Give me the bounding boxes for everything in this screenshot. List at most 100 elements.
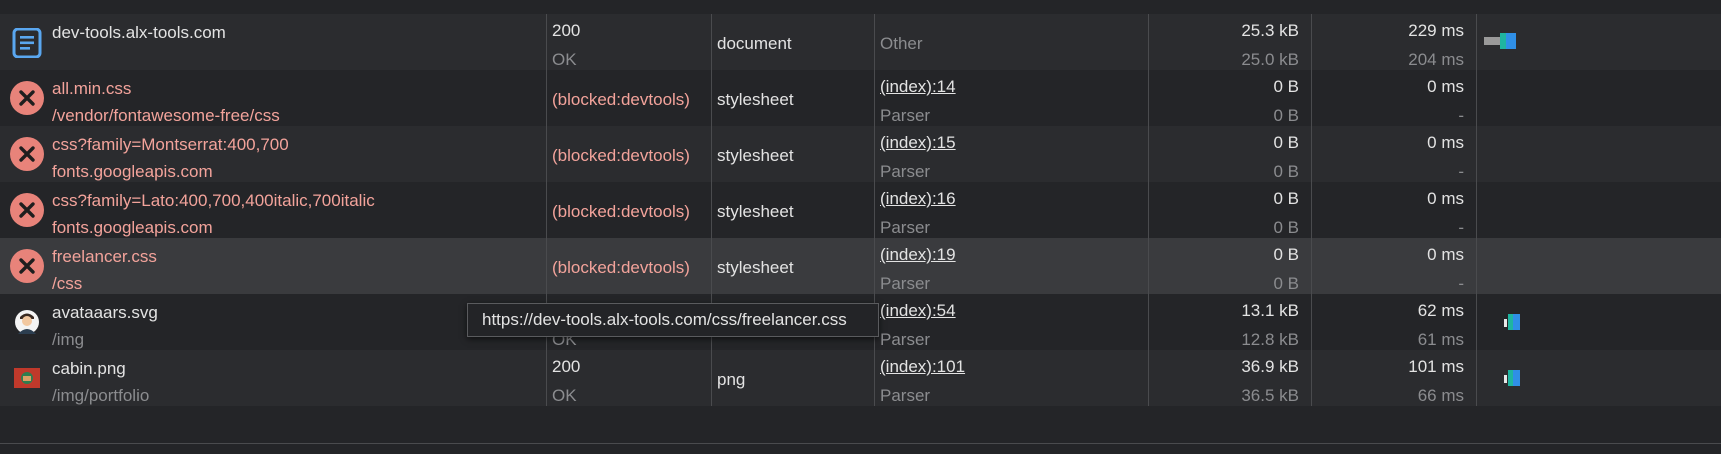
waterfall-cell [1476,294,1721,350]
resource-type: png [717,370,746,389]
initiator-cell: Other [874,14,1148,70]
size-cell: 0 B 0 B [1148,182,1311,238]
status-text: OK [552,50,577,69]
initiator-cell: (index):14 Parser [874,70,1148,126]
status-cell: 200 OK [546,14,711,70]
latency-time: 204 ms [1408,50,1464,69]
name-cell[interactable]: all.min.css/vendor/fontawesome-free/css [0,70,546,126]
request-path: fonts.googleapis.com [52,162,213,181]
latency-time: - [1458,218,1464,237]
total-time: 0 ms [1427,189,1464,208]
transfer-size: 0 B [1273,77,1299,96]
cabin-thumbnail-icon [14,368,40,393]
time-cell: 229 ms 204 ms [1311,14,1476,70]
latency-time: - [1458,162,1464,181]
total-time: 101 ms [1408,357,1464,376]
resource-size: 0 B [1273,218,1299,237]
total-time: 0 ms [1427,245,1464,264]
resource-size: 25.0 kB [1241,50,1299,69]
request-name[interactable]: cabin.png [52,359,126,379]
resource-type: stylesheet [717,202,794,221]
table-row[interactable]: css?family=Lato:400,700,400italic,700ita… [0,182,1721,238]
resource-size: 0 B [1273,274,1299,293]
request-path: fonts.googleapis.com [52,218,213,237]
initiator-text: Other [880,34,923,53]
name-cell[interactable]: cabin.png/img/portfolio [0,350,546,406]
transfer-size: 36.9 kB [1241,357,1299,376]
request-name[interactable]: all.min.css [52,79,131,99]
error-icon [10,193,44,227]
transfer-size: 0 B [1273,189,1299,208]
resource-size: 36.5 kB [1241,386,1299,405]
size-cell: 0 B 0 B [1148,126,1311,182]
time-cell: 0 ms - [1311,70,1476,126]
time-cell: 0 ms - [1311,126,1476,182]
initiator-link[interactable]: (index):16 [880,189,956,209]
initiator-cell: (index):19 Parser [874,238,1148,294]
table-row[interactable]: freelancer.css/css (blocked:devtools) styl… [0,238,1721,294]
request-name[interactable]: css?family=Montserrat:400,700 [52,135,289,155]
initiator-link[interactable]: (index):15 [880,133,956,153]
time-cell: 62 ms 61 ms [1311,294,1476,350]
error-icon [10,249,44,283]
total-time: 0 ms [1427,133,1464,152]
initiator-cell: (index):16 Parser [874,182,1148,238]
status-text: OK [552,386,577,405]
table-row[interactable]: all.min.css/vendor/fontawesome-free/css (… [0,70,1721,126]
resource-size: 12.8 kB [1241,330,1299,349]
table-row[interactable]: css?family=Montserrat:400,700 fonts.googl… [0,126,1721,182]
initiator-sub: Parser [880,162,931,181]
size-cell: 36.9 kB 36.5 kB [1148,350,1311,406]
resource-size: 0 B [1273,162,1299,181]
initiator-link[interactable]: (index):19 [880,245,956,265]
resource-size: 0 B [1273,106,1299,125]
status-code: (blocked:devtools) [552,258,690,277]
column-header-strip[interactable] [0,0,1721,15]
waterfall-bar [1504,314,1520,330]
transfer-size: 0 B [1273,245,1299,264]
initiator-link[interactable]: (index):54 [880,301,956,321]
request-name[interactable]: dev-tools.alx-tools.com [52,23,226,43]
request-name[interactable]: css?family=Lato:400,700,400italic,700ita… [52,191,375,211]
initiator-cell: (index):101 Parser [874,350,1148,406]
name-cell[interactable]: css?family=Montserrat:400,700 fonts.googl… [0,126,546,182]
time-cell: 0 ms - [1311,238,1476,294]
status-cell: 200 OK [546,350,711,406]
name-cell[interactable]: avataaars.svg/img [0,294,546,350]
waterfall-bar [1484,33,1516,49]
status-cell: (blocked:devtools) [546,126,711,182]
type-cell: document [711,14,874,70]
transfer-size: 0 B [1273,133,1299,152]
total-time: 229 ms [1408,21,1464,40]
name-cell[interactable]: dev-tools.alx-tools.com [0,14,546,70]
total-time: 0 ms [1427,77,1464,96]
error-icon [10,81,44,115]
size-cell: 0 B 0 B [1148,70,1311,126]
initiator-link[interactable]: (index):14 [880,77,956,97]
waterfall-cell [1476,14,1721,70]
avatar-thumbnail-icon [14,309,40,340]
table-row[interactable]: cabin.png/img/portfolio 200 OK png (index):1… [0,350,1721,406]
type-cell: png [711,350,874,406]
status-code: 200 [552,21,581,40]
table-row[interactable]: dev-tools.alx-tools.com 200 OK document Othe… [0,14,1721,70]
latency-time: 61 ms [1417,330,1464,349]
initiator-cell: (index):54 Parser [874,294,1148,350]
document-icon [12,27,42,63]
request-name[interactable]: freelancer.css [52,247,157,267]
type-cell: stylesheet [711,238,874,294]
initiator-sub: Parser [880,330,931,349]
request-path: /vendor/fontawesome-free/css [52,106,280,125]
size-cell: 25.3 kB 25.0 kB [1148,14,1311,70]
status-code: (blocked:devtools) [552,146,690,165]
resource-type: document [717,34,792,53]
waterfall-cell [1476,126,1721,182]
name-cell[interactable]: css?family=Lato:400,700,400italic,700ita… [0,182,546,238]
resource-type: stylesheet [717,258,794,277]
request-path: /css [52,274,83,293]
request-name[interactable]: avataaars.svg [52,303,158,323]
initiator-link[interactable]: (index):101 [880,357,965,377]
latency-time: - [1458,274,1464,293]
waterfall-cell [1476,182,1721,238]
name-cell[interactable]: freelancer.css/css [0,238,546,294]
